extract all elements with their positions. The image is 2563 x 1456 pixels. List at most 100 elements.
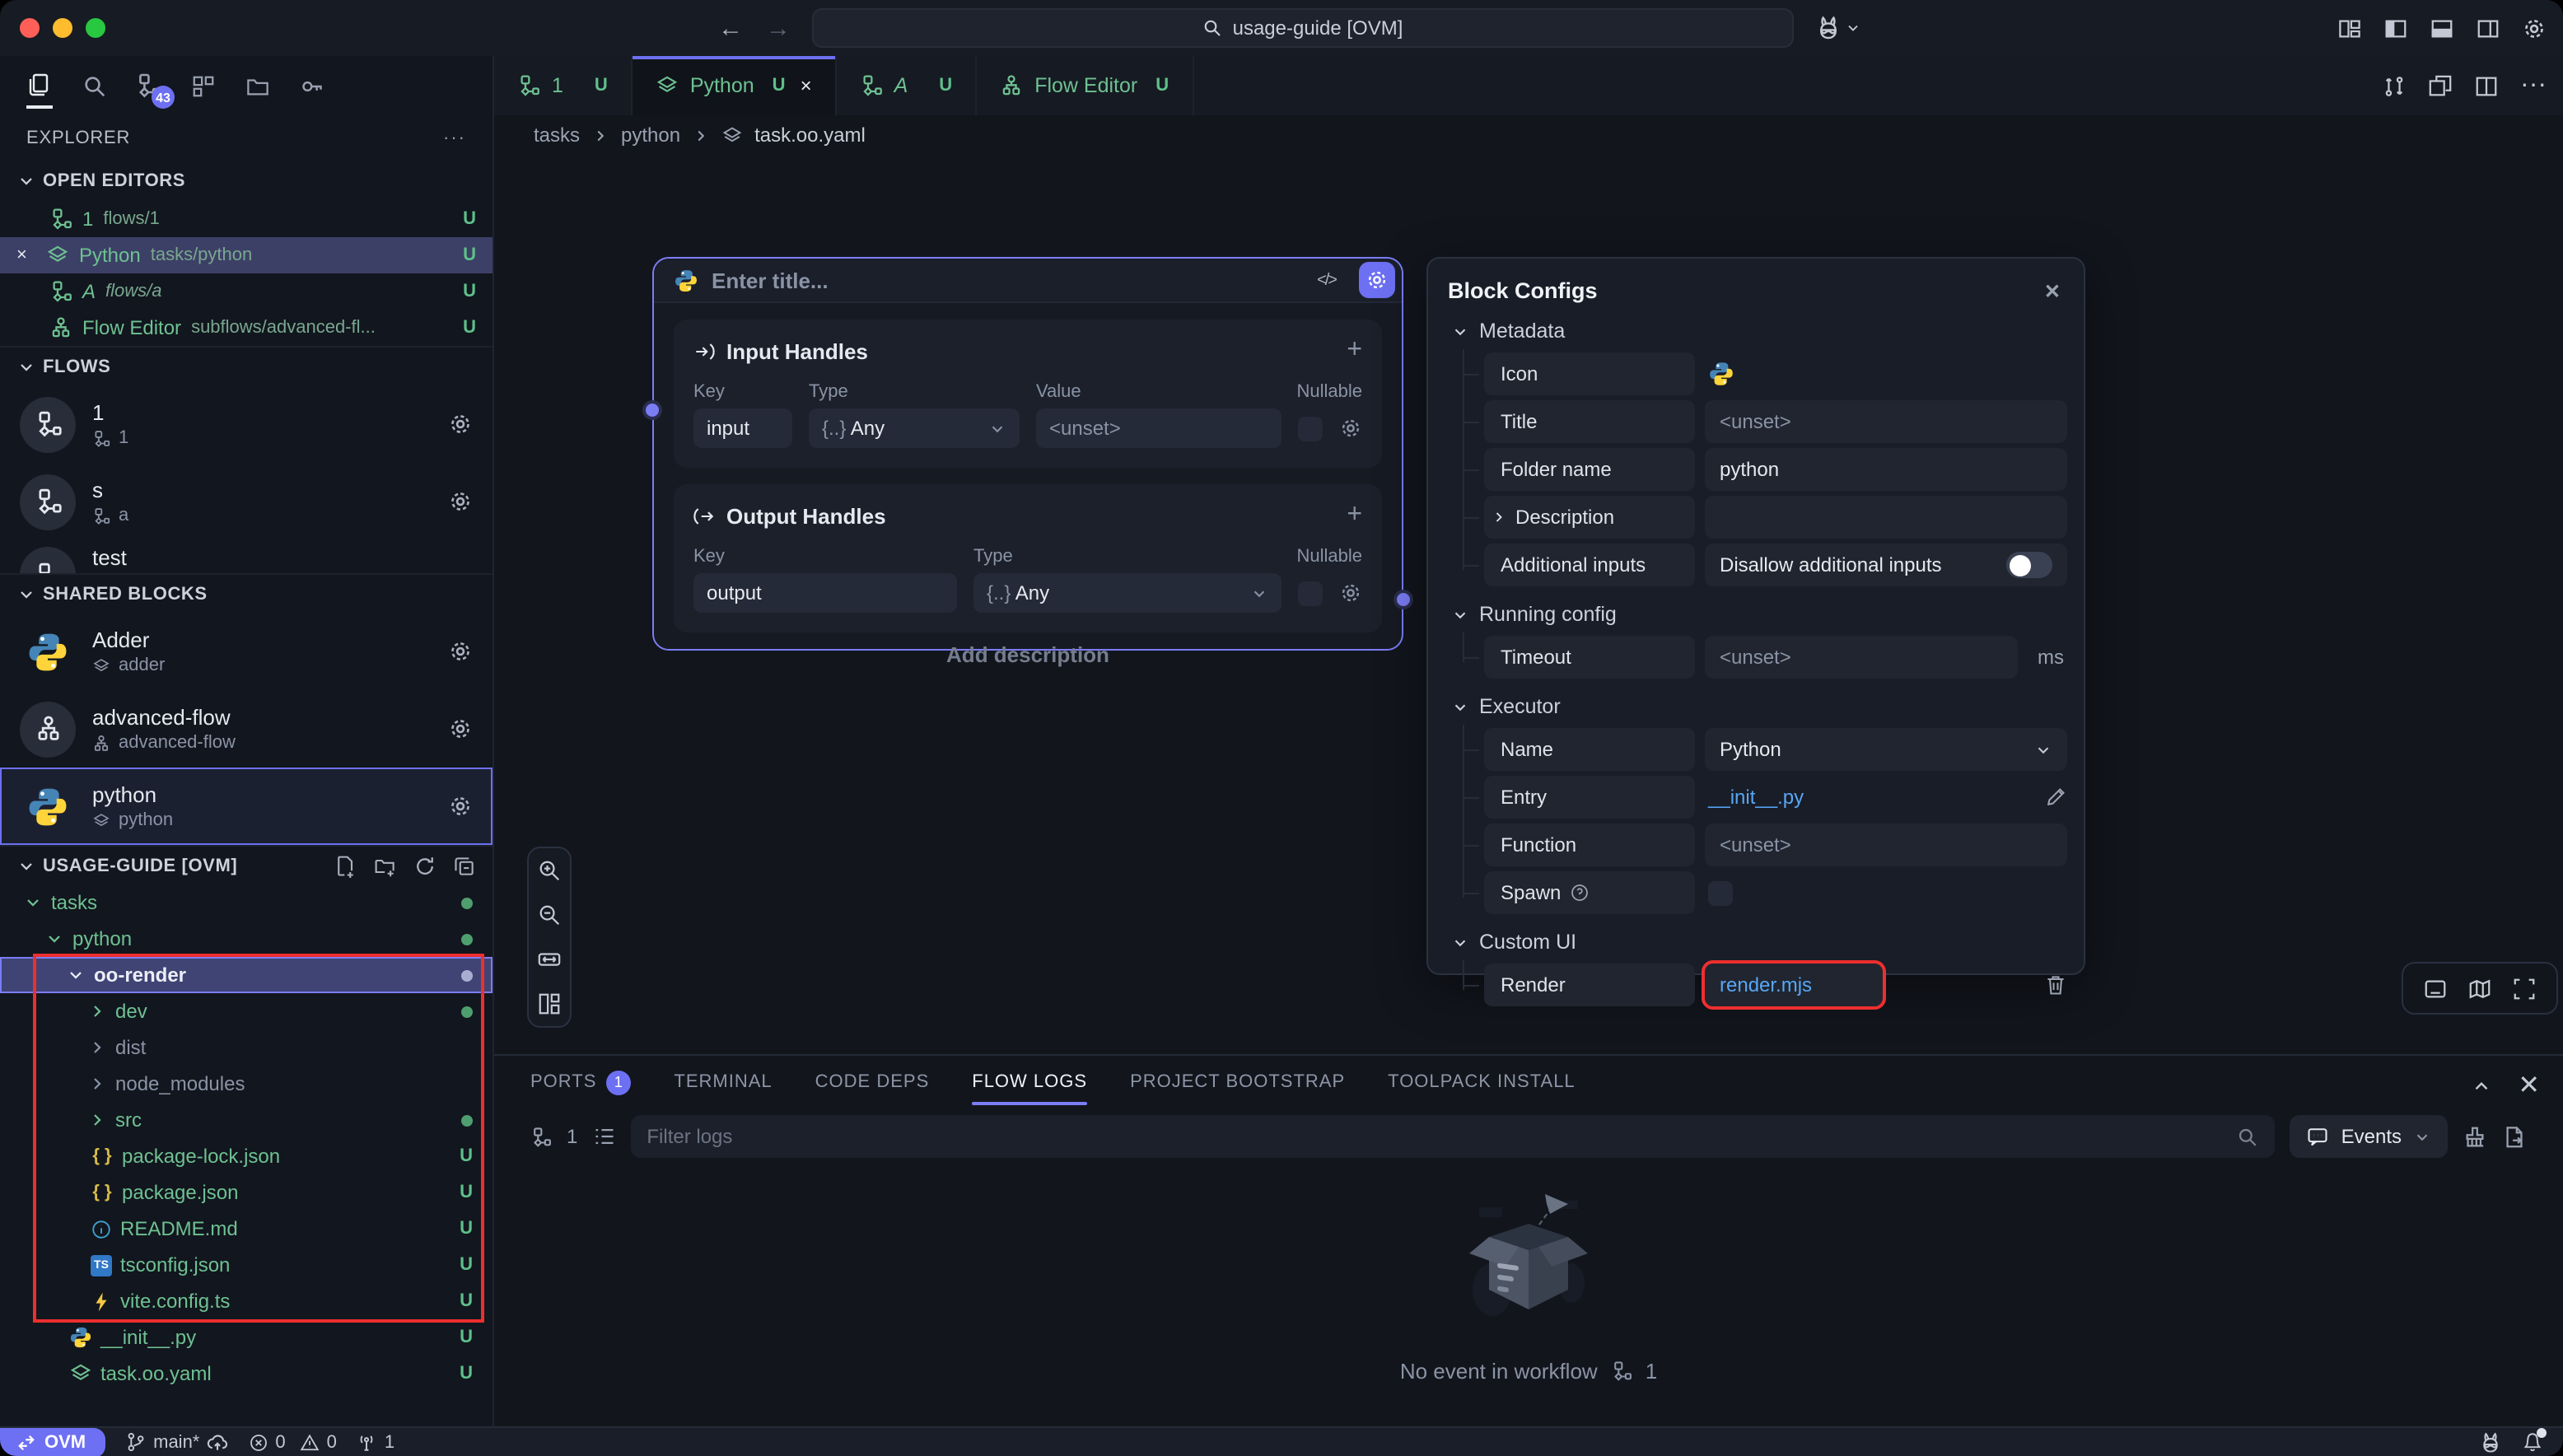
- gear-icon[interactable]: [448, 716, 473, 741]
- node-title-placeholder[interactable]: Enter title...: [712, 268, 829, 292]
- trash-icon[interactable]: [2044, 973, 2067, 996]
- output-nullable-checkbox[interactable]: [1298, 581, 1323, 605]
- toggle-left-sidebar-icon[interactable]: [2383, 16, 2408, 40]
- tree-item-dev[interactable]: dev: [0, 993, 493, 1029]
- input-port-handle[interactable]: [642, 400, 662, 420]
- minimap-icon[interactable]: [2467, 976, 2492, 1001]
- shared-blocks-header[interactable]: SHARED BLOCKS: [0, 573, 493, 613]
- tree-item-tsconfig[interactable]: TS tsconfig.jsonU: [0, 1247, 493, 1283]
- code-view-icon[interactable]: </>: [1317, 271, 1336, 289]
- ports-indicator[interactable]: 1: [357, 1431, 394, 1453]
- tab-flow-a[interactable]: A U: [837, 56, 978, 115]
- open-editor-item[interactable]: A flows/a U: [0, 273, 493, 310]
- tree-item-vite-config[interactable]: vite.config.tsU: [0, 1283, 493, 1319]
- timeout-field-input[interactable]: <unset>: [1705, 636, 2018, 679]
- toggle-panel-icon[interactable]: [2423, 976, 2448, 1001]
- search-icon[interactable]: [77, 63, 110, 109]
- tab-flow-editor[interactable]: Flow Editor U: [977, 56, 1193, 115]
- custom-ui-section-header[interactable]: Custom UI: [1451, 931, 2067, 954]
- back-icon[interactable]: ←: [718, 14, 743, 42]
- tree-item-dist[interactable]: dist: [0, 1029, 493, 1066]
- render-field-input[interactable]: render.mjs: [1705, 964, 1883, 1006]
- executor-name-select[interactable]: Python: [1705, 728, 2067, 771]
- tab-ports[interactable]: PORTS 1: [530, 1056, 631, 1108]
- add-output-handle-icon[interactable]: +: [1347, 501, 1362, 530]
- tree-item-readme[interactable]: README.mdU: [0, 1211, 493, 1247]
- more-actions-icon[interactable]: ···: [2520, 71, 2547, 100]
- chevron-right-icon[interactable]: [1491, 509, 1507, 525]
- tree-item-package-lock[interactable]: { } package-lock.jsonU: [0, 1138, 493, 1174]
- output-key-field[interactable]: output: [693, 573, 957, 613]
- close-icon[interactable]: ✕: [2044, 279, 2061, 302]
- tab-flow-1[interactable]: 1 U: [494, 56, 633, 115]
- folder-name-field-input[interactable]: python: [1705, 448, 2067, 491]
- command-search-bar[interactable]: usage-guide [OVM]: [812, 8, 1794, 48]
- tree-item-oo-render-selected[interactable]: oo-render: [0, 957, 493, 993]
- open-editors-header[interactable]: OPEN EDITORS: [0, 161, 493, 201]
- copy-icon[interactable]: [2428, 73, 2453, 98]
- spawn-checkbox[interactable]: [1708, 880, 1733, 905]
- assistant-menu[interactable]: [1815, 15, 1861, 41]
- new-folder-icon[interactable]: [374, 854, 397, 877]
- shared-block-item[interactable]: Adder adder: [0, 613, 493, 690]
- maximize-window-button[interactable]: [86, 18, 105, 38]
- settings-gear-icon[interactable]: [2522, 16, 2547, 40]
- customize-layout-icon[interactable]: [2337, 16, 2362, 40]
- zoom-out-icon[interactable]: [537, 903, 562, 927]
- toggle-right-sidebar-icon[interactable]: [2476, 16, 2500, 40]
- flow-list-item[interactable]: s a: [0, 463, 493, 540]
- refresh-icon[interactable]: [413, 854, 437, 877]
- help-icon[interactable]: [1569, 883, 1589, 903]
- tree-item-task-oo-yaml[interactable]: task.oo.yamlU: [0, 1356, 493, 1392]
- shared-block-item-selected[interactable]: python python: [0, 768, 493, 845]
- fit-view-icon[interactable]: [537, 947, 562, 972]
- explorer-files-icon[interactable]: [23, 63, 56, 109]
- input-value-field[interactable]: <unset>: [1036, 408, 1282, 448]
- tab-code-deps[interactable]: CODE DEPS: [815, 1056, 930, 1108]
- gear-icon[interactable]: [448, 794, 473, 819]
- tree-item-node-modules[interactable]: node_modules: [0, 1066, 493, 1102]
- auto-layout-icon[interactable]: [537, 992, 562, 1016]
- executor-entry-link[interactable]: __init__.py: [1705, 776, 2024, 819]
- executor-function-input[interactable]: <unset>: [1705, 824, 2067, 866]
- flow-list-item[interactable]: test: [0, 540, 493, 573]
- block-node[interactable]: Enter title... </> Input Handles + Key T…: [652, 257, 1403, 651]
- close-panel-icon[interactable]: ✕: [2518, 1069, 2540, 1102]
- input-key-field[interactable]: input: [693, 408, 792, 448]
- fullscreen-icon[interactable]: [2512, 976, 2537, 1001]
- node-settings-gear-icon[interactable]: [1359, 262, 1395, 298]
- new-file-icon[interactable]: [334, 854, 357, 877]
- disallow-additional-inputs-toggle[interactable]: [2006, 552, 2052, 578]
- forward-icon[interactable]: →: [766, 14, 791, 42]
- toggle-bottom-panel-icon[interactable]: [2430, 16, 2454, 40]
- gear-icon[interactable]: [448, 412, 473, 436]
- breadcrumb-tasks[interactable]: tasks: [534, 124, 580, 147]
- zoom-in-icon[interactable]: [537, 858, 562, 883]
- open-editor-item-active[interactable]: × Python tasks/python U: [0, 237, 493, 273]
- breadcrumb-file[interactable]: task.oo.yaml: [754, 124, 866, 147]
- git-branch-indicator[interactable]: main*: [125, 1430, 229, 1454]
- tab-flow-logs[interactable]: FLOW LOGS: [972, 1056, 1087, 1108]
- executor-section-header[interactable]: Executor: [1451, 695, 2067, 718]
- gear-icon[interactable]: [448, 639, 473, 664]
- output-port-handle[interactable]: [1394, 590, 1413, 609]
- split-editor-icon[interactable]: [2474, 73, 2499, 98]
- tree-item-init-py[interactable]: __init__.pyU: [0, 1319, 493, 1356]
- flow-canvas[interactable]: Enter title... </> Input Handles + Key T…: [494, 155, 2563, 1054]
- minimize-window-button[interactable]: [53, 18, 72, 38]
- flows-icon[interactable]: 43: [132, 63, 165, 109]
- notifications-bell-icon[interactable]: [2522, 1431, 2543, 1453]
- description-field-input[interactable]: [1705, 496, 2067, 539]
- blocks-icon[interactable]: [186, 63, 219, 109]
- gear-icon[interactable]: [448, 489, 473, 514]
- metadata-section-header[interactable]: Metadata: [1451, 320, 2067, 343]
- icon-field-value[interactable]: [1705, 352, 2067, 395]
- flow-list-item[interactable]: 1 1: [0, 385, 493, 463]
- tab-project-bootstrap[interactable]: PROJECT BOOTSTRAP: [1130, 1056, 1345, 1108]
- compare-changes-icon[interactable]: [2382, 73, 2407, 98]
- close-window-button[interactable]: [20, 18, 40, 38]
- collapse-all-icon[interactable]: [453, 854, 476, 877]
- add-input-handle-icon[interactable]: +: [1347, 336, 1362, 366]
- problems-indicator[interactable]: 0 0: [249, 1432, 337, 1452]
- tree-item-package-json[interactable]: { } package.jsonU: [0, 1174, 493, 1211]
